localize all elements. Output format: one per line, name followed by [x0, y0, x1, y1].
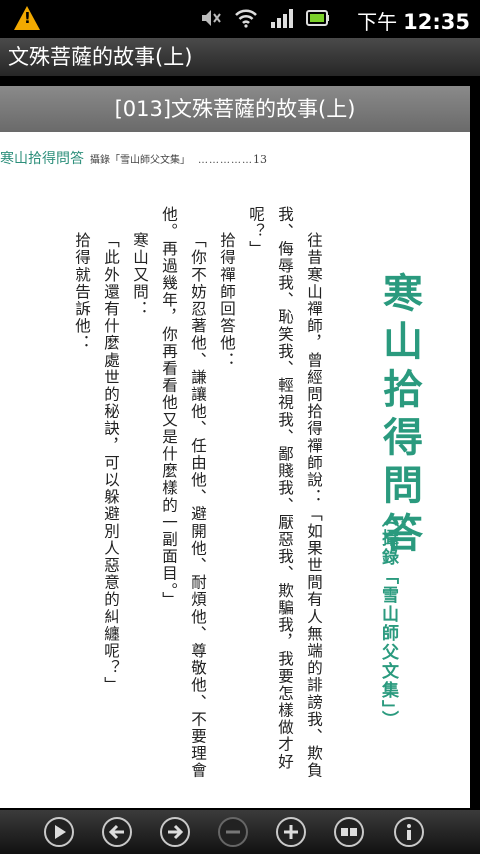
clock: 下午 12:35	[357, 6, 470, 35]
status-bar: ! 下午 12:35	[0, 0, 480, 38]
warning-icon[interactable]: !	[14, 6, 40, 30]
previous-icon[interactable]	[102, 817, 132, 847]
clock-ampm: 下午	[357, 10, 398, 34]
text-column: 往昔寒山禪師，曾經問拾得禪師說：「如果世間有人無端的誹謗我、欺負	[305, 232, 323, 780]
text-column: 呢？」	[247, 206, 265, 258]
wifi-icon	[234, 8, 258, 28]
next-icon[interactable]	[160, 817, 190, 847]
text-column: 寒山又問：	[131, 232, 149, 318]
text-column: 拾得禪師回答他：	[218, 232, 236, 369]
text-column: 「此外還有什麼處世的秘訣，可以躲避別人惡意的糾纏呢？」	[102, 232, 120, 694]
zoom-out-icon[interactable]	[218, 817, 248, 847]
chapter-subtitle: （攝錄「雪山師父文集」）	[378, 510, 398, 730]
text-column: 「你不妨忍著他、謙讓他、任由他、避開他、耐煩他、尊敬他、不要理會	[189, 232, 207, 780]
page-header: 寒山拾得問答 攝錄「雪山師父文集」 ……………13	[0, 148, 300, 168]
mute-icon	[200, 8, 222, 28]
battery-icon	[306, 9, 330, 27]
reader-content[interactable]: [013]文殊菩薩的故事(上) 寒山拾得問答 攝錄「雪山師父文集」 ……………13 …	[0, 76, 480, 810]
book-page[interactable]: 寒山拾得問答 攝錄「雪山師父文集」 ……………13 寒山拾得問答 （攝錄「雪山師父文…	[0, 132, 470, 808]
info-icon[interactable]	[394, 817, 424, 847]
play-icon[interactable]	[44, 817, 74, 847]
page-banner: [013]文殊菩薩的故事(上)	[0, 86, 470, 132]
zoom-in-icon[interactable]	[276, 817, 306, 847]
bottom-toolbar	[0, 810, 480, 854]
page-header-title: 寒山拾得問答	[0, 151, 84, 167]
text-column: 我、侮辱我、恥笑我、輕視我、鄙賤我、厭惡我、欺騙我，我要怎樣做才好	[276, 206, 294, 771]
page-number: 13	[253, 153, 267, 166]
signal-icon	[270, 8, 294, 28]
fit-page-icon[interactable]	[334, 817, 364, 847]
clock-time: 12:35	[403, 10, 470, 34]
text-column: 他。再過幾年，你再看看他又是什麼樣的一副面目。」	[160, 206, 178, 609]
app-title-bar: 文殊菩薩的故事(上)	[0, 38, 480, 76]
page-header-subtitle: 攝錄「雪山師父文集」	[90, 155, 190, 166]
page-header-dots: ……………	[198, 155, 253, 166]
text-column: 拾得就告訴他：	[73, 232, 91, 352]
